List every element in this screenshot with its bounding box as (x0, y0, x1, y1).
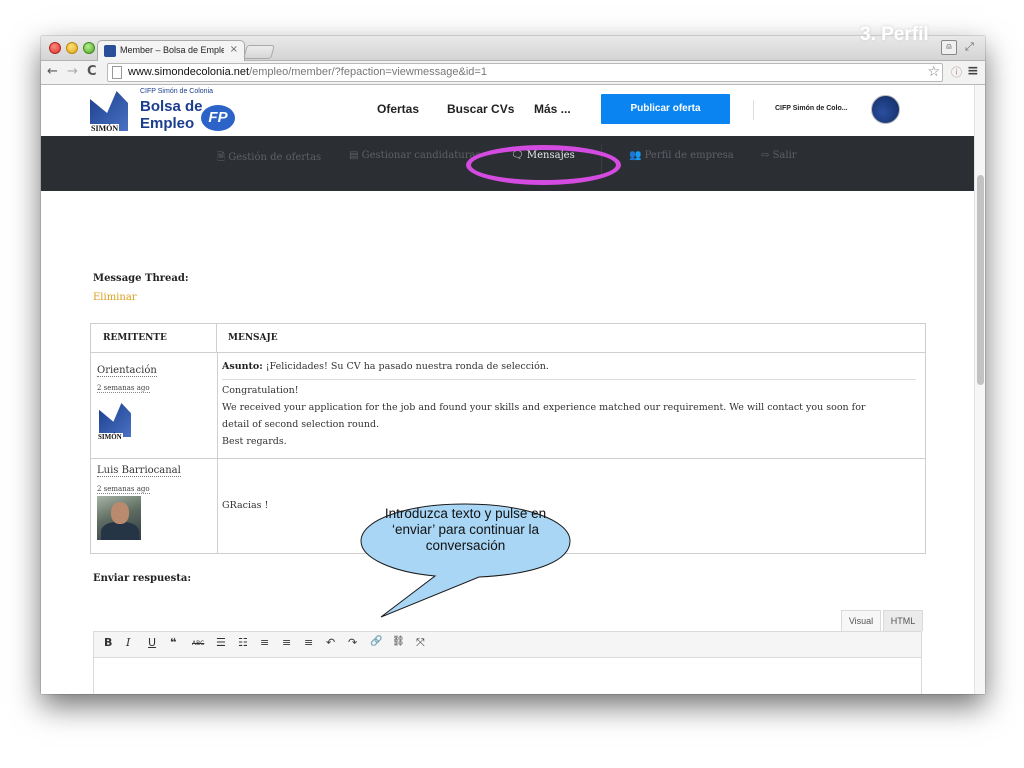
message-time: 2 semanas ago (97, 384, 150, 393)
reload-icon[interactable]: C (87, 64, 97, 79)
subject-text: ¡Felicidades! Su CV ha pasado nuestra ro… (262, 361, 549, 372)
vertical-scrollbar[interactable] (974, 85, 985, 694)
reply-editor[interactable] (93, 658, 922, 694)
avatar-body-shape (101, 522, 139, 540)
sender-avatar (97, 496, 141, 540)
address-bar[interactable]: www.simondecolonia.net/empleo/member/?fe… (107, 63, 943, 82)
subject-label: Asunto: (222, 361, 263, 372)
message-line: detail of second selection round. (222, 419, 380, 430)
scrollbar-thumb[interactable] (977, 175, 984, 385)
sender-name[interactable]: Luis Barriocanal (97, 465, 181, 477)
eliminar-link[interactable]: Eliminar (93, 292, 137, 303)
favicon-icon (104, 45, 116, 57)
strikethrough-icon[interactable]: ABC (192, 640, 204, 647)
minimize-window-button[interactable] (66, 42, 78, 54)
close-window-button[interactable] (49, 42, 61, 54)
slide-title: 3. Perfil (860, 24, 929, 45)
unlink-icon[interactable]: ⛓ (392, 636, 405, 647)
sender-name[interactable]: Orientación (97, 365, 157, 377)
italic-icon[interactable]: I (126, 636, 130, 649)
underline-icon[interactable]: U (148, 636, 156, 649)
align-center-icon[interactable]: ≡ (282, 636, 291, 649)
bookmark-star-icon[interactable]: ☆ (927, 64, 940, 80)
user-profile-icon[interactable]: ⍝ (941, 40, 957, 55)
tab-strip: Member – Bolsa de Empleo × ⍝ ⤢ (41, 36, 985, 61)
avatar-logo-text: SIMÓN (97, 433, 123, 441)
row-divider (91, 458, 925, 459)
align-left-icon[interactable]: ≡ (260, 636, 269, 649)
enviar-respuesta-label: Enviar respuesta: (93, 573, 192, 584)
forward-icon[interactable]: → (67, 64, 78, 79)
fullscreen-editor-icon[interactable]: ⤧ (416, 636, 425, 650)
numbered-list-icon[interactable]: ☷ (238, 636, 248, 649)
link-icon[interactable]: 🔗 (370, 636, 382, 647)
page-icon (112, 66, 122, 79)
redo-icon[interactable]: ↷ (348, 636, 357, 649)
message-line: We received your application for the job… (222, 402, 866, 413)
browser-tab[interactable]: Member – Bolsa de Empleo × (97, 40, 245, 61)
message-thread-label: Message Thread: (93, 273, 189, 284)
browser-toolbar: ← → C www.simondecolonia.net/empleo/memb… (41, 61, 985, 85)
bullet-list-icon[interactable]: ☰ (216, 636, 226, 649)
column-header-mensaje: MENSAJE (217, 324, 925, 353)
sender-avatar: SIMÓN (97, 401, 141, 445)
callout-annotation: Introduzca texto y pulse en ‘enviar’ par… (359, 500, 572, 618)
column-divider (217, 353, 218, 553)
callout-text: Introduzca texto y pulse en ‘enviar’ par… (384, 506, 547, 553)
url-host: www.simondecolonia.net (128, 66, 250, 78)
align-right-icon[interactable]: ≡ (304, 636, 313, 649)
message-time: 2 semanas ago (97, 485, 150, 494)
avatar-face-shape (111, 502, 129, 524)
undo-icon[interactable]: ↶ (326, 636, 335, 649)
tab-visual[interactable]: Visual (841, 610, 881, 631)
zoom-window-button[interactable] (83, 42, 95, 54)
message-subject: Asunto: ¡Felicidades! Su CV ha pasado nu… (222, 361, 549, 372)
tab-close-icon[interactable]: × (230, 44, 238, 55)
logo-mark-icon (99, 403, 131, 437)
blockquote-icon[interactable]: ❝ (170, 636, 176, 649)
bold-icon[interactable]: B (104, 636, 112, 649)
tab-html[interactable]: HTML (883, 610, 923, 631)
message-line: Best regards. (222, 436, 287, 447)
extension-icon[interactable]: ⓘ (951, 64, 962, 80)
url-text: www.simondecolonia.net/empleo/member/?fe… (128, 66, 487, 78)
tab-title: Member – Bolsa de Empleo (120, 45, 224, 55)
column-header-remitente: REMITENTE (91, 324, 217, 353)
fullscreen-icon[interactable]: ⤢ (965, 40, 974, 54)
browser-menu-icon[interactable]: ≡ (967, 63, 979, 79)
message-line: Congratulation! (222, 385, 299, 396)
url-path: /empleo/member/?fepaction=viewmessage&id… (249, 66, 487, 78)
subject-divider (222, 379, 916, 380)
new-tab-button[interactable] (243, 45, 275, 59)
editor-toolbar: B I U ❝ ABC ☰ ☷ ≡ ≡ ≡ ↶ ↷ 🔗 ⛓ ⤧ (93, 631, 922, 658)
back-icon[interactable]: ← (47, 64, 58, 79)
message-body: GRacias ! (222, 500, 269, 511)
